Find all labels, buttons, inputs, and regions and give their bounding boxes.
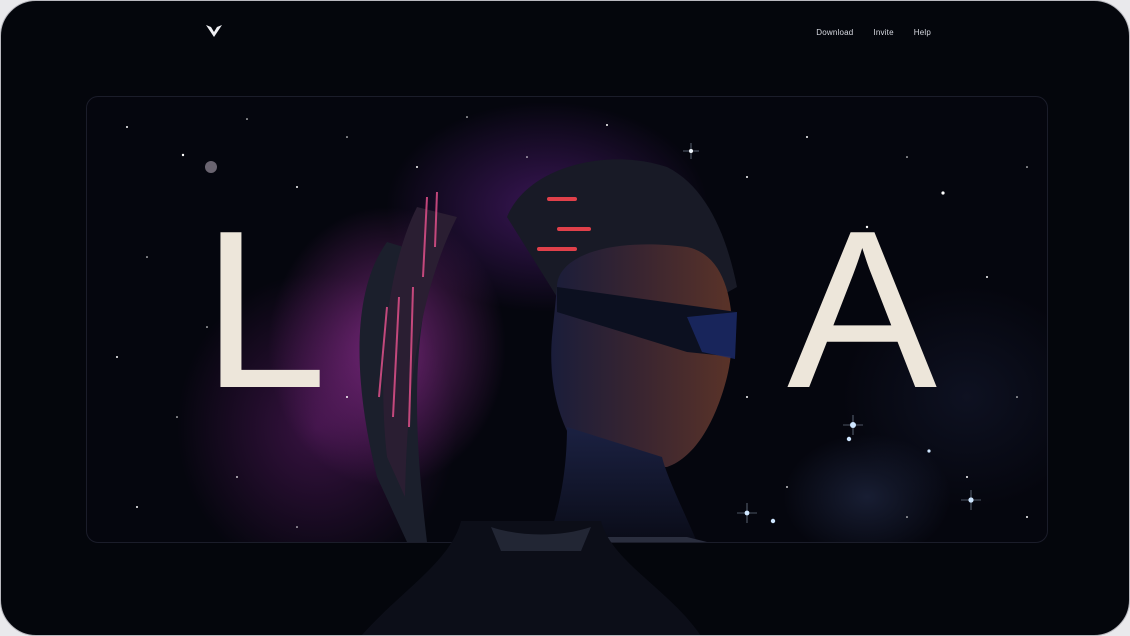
portrait-shoulders — [361, 521, 701, 635]
nav-link-invite[interactable]: Invite — [873, 28, 893, 37]
app-window: Download Invite Help L A — [0, 0, 1130, 636]
logo-icon[interactable] — [205, 23, 223, 39]
top-nav: Download Invite Help — [816, 28, 931, 37]
cyber-woman-portrait — [359, 159, 737, 542]
nav-link-download[interactable]: Download — [816, 28, 853, 37]
hero-banner: L A — [86, 96, 1048, 543]
nav-link-help[interactable]: Help — [914, 28, 931, 37]
